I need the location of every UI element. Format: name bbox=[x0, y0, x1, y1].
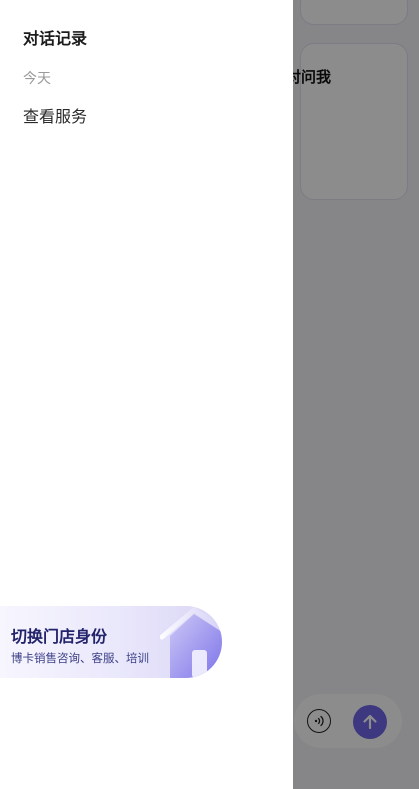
history-item[interactable]: 查看服务 bbox=[23, 103, 87, 127]
banner-title: 切换门店身份 bbox=[11, 627, 108, 646]
history-drawer: 对话记录 今天 查看服务 切换门店身份 博卡销售咨询、客服、培训 bbox=[0, 0, 293, 789]
banner-subtitle: 博卡销售咨询、客服、培训 bbox=[11, 651, 149, 665]
house-icon bbox=[160, 607, 222, 678]
drawer-title: 对话记录 bbox=[23, 29, 88, 48]
switch-store-identity-button[interactable]: 切换门店身份 博卡销售咨询、客服、培训 bbox=[0, 606, 222, 678]
section-label-today: 今天 bbox=[23, 71, 51, 87]
